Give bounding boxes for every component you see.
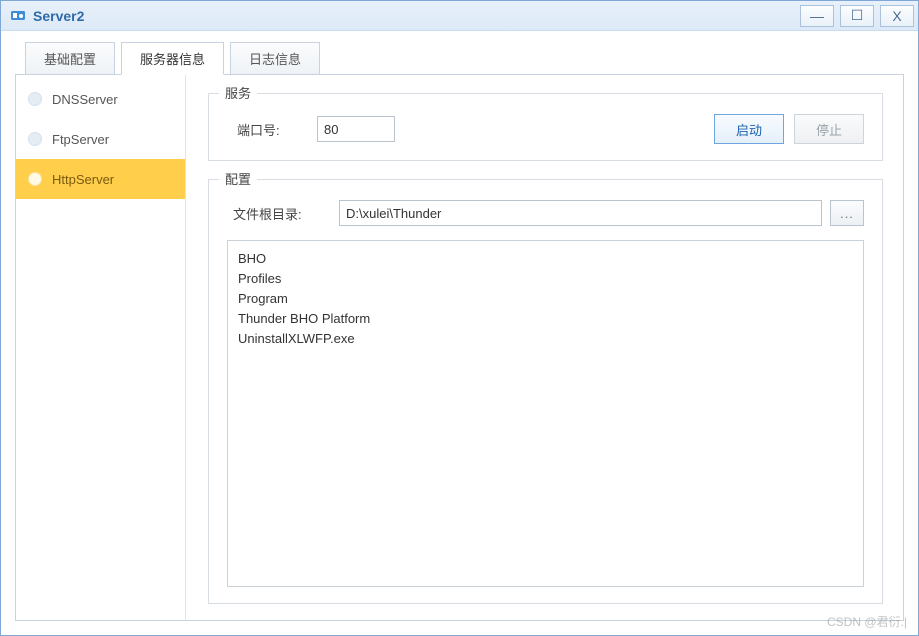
sidebar-item-label: HttpServer	[52, 172, 114, 187]
list-item[interactable]: Program	[238, 289, 853, 309]
port-row: 端口号: 启动 停止	[227, 114, 864, 144]
status-dot-icon	[28, 92, 42, 106]
window-controls: — ☐ X	[800, 5, 914, 27]
minimize-button[interactable]: —	[800, 5, 834, 27]
title-bar[interactable]: Server2 — ☐ X	[1, 1, 918, 31]
file-list[interactable]: BHO Profiles Program Thunder BHO Platfor…	[227, 240, 864, 587]
close-button[interactable]: X	[880, 5, 914, 27]
window-title: Server2	[33, 8, 800, 24]
sidebar-item-dnsserver[interactable]: DNSServer	[16, 79, 185, 119]
content-area: 基础配置 服务器信息 日志信息 DNSServer FtpServer Http…	[1, 31, 918, 635]
maximize-button[interactable]: ☐	[840, 5, 874, 27]
list-item[interactable]: Profiles	[238, 269, 853, 289]
sidebar-item-ftpserver[interactable]: FtpServer	[16, 119, 185, 159]
port-label: 端口号:	[227, 120, 317, 139]
list-item[interactable]: Thunder BHO Platform	[238, 309, 853, 329]
tabs: 基础配置 服务器信息 日志信息	[15, 41, 904, 74]
main-panel: DNSServer FtpServer HttpServer 服务 端口号:	[15, 74, 904, 621]
root-dir-label: 文件根目录:	[227, 204, 339, 223]
config-legend: 配置	[219, 169, 257, 188]
service-legend: 服务	[219, 83, 257, 102]
browse-button[interactable]: ...	[830, 200, 864, 226]
server-sidebar: DNSServer FtpServer HttpServer	[16, 75, 186, 620]
tab-log-info[interactable]: 日志信息	[230, 42, 320, 75]
sidebar-item-httpserver[interactable]: HttpServer	[16, 159, 185, 199]
app-window: Server2 — ☐ X 基础配置 服务器信息 日志信息 DNSServer …	[0, 0, 919, 636]
root-dir-row: 文件根目录: ...	[227, 200, 864, 226]
app-icon	[9, 7, 27, 25]
sidebar-item-label: DNSServer	[52, 92, 118, 107]
root-dir-input[interactable]	[339, 200, 822, 226]
service-group: 服务 端口号: 启动 停止	[208, 93, 883, 161]
tab-basic-config[interactable]: 基础配置	[25, 42, 115, 75]
start-button[interactable]: 启动	[714, 114, 784, 144]
status-dot-icon	[28, 132, 42, 146]
detail-pane: 服务 端口号: 启动 停止 配置 文件根目录: ..	[186, 75, 903, 620]
list-item[interactable]: UninstallXLWFP.exe	[238, 329, 853, 349]
list-item[interactable]: BHO	[238, 249, 853, 269]
status-dot-icon	[28, 172, 42, 186]
tab-server-info[interactable]: 服务器信息	[121, 42, 224, 75]
sidebar-item-label: FtpServer	[52, 132, 109, 147]
config-group: 配置 文件根目录: ... BHO Profiles Program Thund…	[208, 179, 883, 604]
stop-button: 停止	[794, 114, 864, 144]
port-input[interactable]	[317, 116, 395, 142]
